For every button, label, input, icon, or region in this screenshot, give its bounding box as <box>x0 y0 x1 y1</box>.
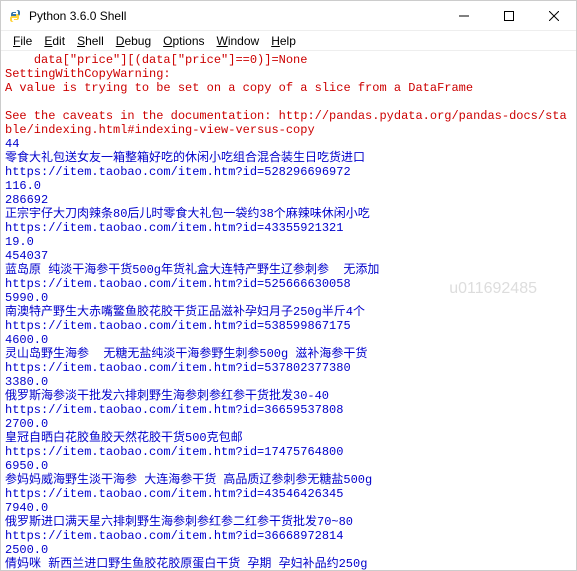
output-line: 44 <box>5 137 572 151</box>
output-line: 4600.0 <box>5 333 572 347</box>
output-line: SettingWithCopyWarning: <box>5 67 572 81</box>
maximize-button[interactable] <box>486 1 531 30</box>
output-line: 皇冠自晒白花胶鱼胶天然花胶干货500克包邮 <box>5 431 572 445</box>
output-line: https://item.taobao.com/item.htm?id=5378… <box>5 361 572 375</box>
output-line: 19.0 <box>5 235 572 249</box>
menu-options[interactable]: Options <box>157 34 210 48</box>
output-line: 454037 <box>5 249 572 263</box>
titlebar: Python 3.6.0 Shell <box>1 1 576 31</box>
output-line: 灵山岛野生海参 无糖无盐纯淡干海参野生刺参500g 滋补海参干货 <box>5 347 572 361</box>
output-line: 6950.0 <box>5 459 572 473</box>
output-line: A value is trying to be set on a copy of… <box>5 81 572 95</box>
minimize-button[interactable] <box>441 1 486 30</box>
output-line: 参妈妈威海野生淡干海参 大连海参干货 高品质辽参刺参无糖盐500g <box>5 473 572 487</box>
python-icon <box>7 8 23 24</box>
menu-window[interactable]: Window <box>211 34 266 48</box>
menu-shell[interactable]: Shell <box>71 34 110 48</box>
output-line <box>5 95 572 109</box>
shell-output[interactable]: data["price"][(data["price"]==0)]=NoneSe… <box>1 51 576 570</box>
output-line: https://item.taobao.com/item.htm?id=5282… <box>5 165 572 179</box>
output-line: 倩妈咪 新西兰进口野生鱼胶花胶原蛋白干货 孕期 孕妇补品约250g <box>5 557 572 570</box>
output-line: https://item.taobao.com/item.htm?id=4335… <box>5 221 572 235</box>
output-line: 俄罗斯进口满天星六排刺野生海参刺参红参二红参干货批发70~80 <box>5 515 572 529</box>
output-line: 俄罗斯海参淡干批发六排刺野生海参刺参红参干货批发30-40 <box>5 389 572 403</box>
menubar: File Edit Shell Debug Options Window Hel… <box>1 31 576 51</box>
window-title: Python 3.6.0 Shell <box>29 9 441 23</box>
output-line: 正宗宇仔大刀肉辣条80后儿时零食大礼包一袋约38个麻辣味休闲小吃 <box>5 207 572 221</box>
output-line: 286692 <box>5 193 572 207</box>
output-line: https://item.taobao.com/item.htm?id=1747… <box>5 445 572 459</box>
output-line: data["price"][(data["price"]==0)]=None <box>5 53 572 67</box>
output-line: https://item.taobao.com/item.htm?id=3666… <box>5 529 572 543</box>
menu-debug[interactable]: Debug <box>110 34 157 48</box>
output-line: 3380.0 <box>5 375 572 389</box>
menu-file[interactable]: File <box>7 34 38 48</box>
close-button[interactable] <box>531 1 576 30</box>
output-line: https://item.taobao.com/item.htm?id=5385… <box>5 319 572 333</box>
output-line: https://item.taobao.com/item.htm?id=5256… <box>5 277 572 291</box>
output-line: https://item.taobao.com/item.htm?id=3665… <box>5 403 572 417</box>
output-line: See the caveats in the documentation: ht… <box>5 109 572 137</box>
output-line: https://item.taobao.com/item.htm?id=4354… <box>5 487 572 501</box>
output-line: 2700.0 <box>5 417 572 431</box>
menu-help[interactable]: Help <box>265 34 302 48</box>
output-line: 7940.0 <box>5 501 572 515</box>
output-line: 2500.0 <box>5 543 572 557</box>
output-line: 南澳特产野生大赤嘴鳘鱼胶花胶干货正品滋补孕妇月子250g半斤4个 <box>5 305 572 319</box>
output-line: 零食大礼包送女友一箱整箱好吃的休闲小吃组合混合装生日吃货进口 <box>5 151 572 165</box>
output-line: 蓝岛原 纯淡干海参干货500g年货礼盒大连特产野生辽参刺参 无添加 <box>5 263 572 277</box>
output-line: 116.0 <box>5 179 572 193</box>
output-line: 5990.0 <box>5 291 572 305</box>
menu-edit[interactable]: Edit <box>38 34 71 48</box>
window-controls <box>441 1 576 30</box>
